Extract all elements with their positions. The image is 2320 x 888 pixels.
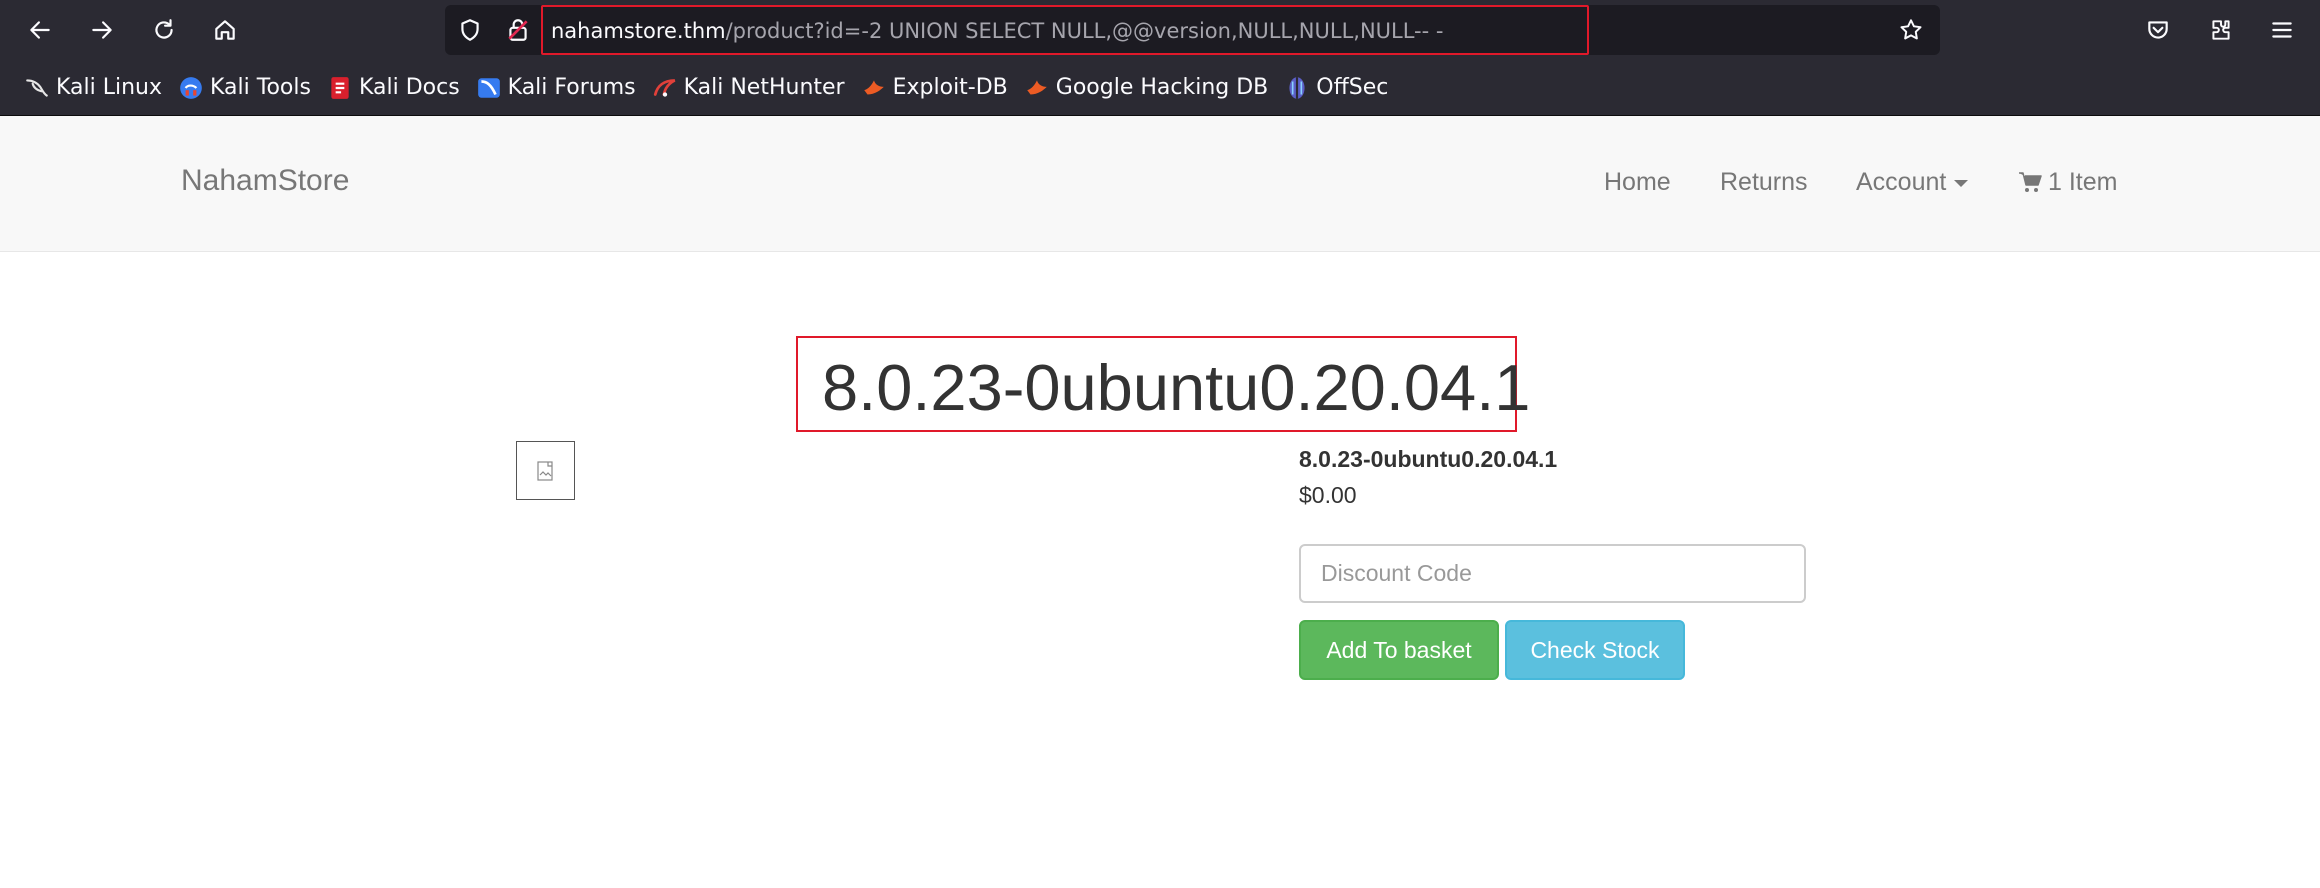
nav-cart[interactable]: 1 Item [2018, 168, 2117, 197]
bookmark-star-icon[interactable] [1898, 17, 1924, 43]
menu-icon[interactable] [2264, 12, 2300, 48]
nav-home[interactable]: Home [1604, 168, 1671, 197]
url-host: nahamstore.thm [551, 19, 726, 43]
kali-tools-icon [178, 75, 204, 101]
kali-dragon-icon [24, 75, 50, 101]
check-stock-button[interactable]: Check Stock [1505, 620, 1685, 680]
discount-code-input[interactable] [1299, 544, 1806, 603]
cart-count: 1 Item [2048, 168, 2118, 196]
nav-account-label: Account [1856, 168, 1947, 196]
url-path: /product?id=-2 UNION SELECT NULL,@@versi… [725, 19, 1444, 43]
broken-image-icon [516, 441, 575, 500]
bookmark-kali-docs[interactable]: Kali Docs [321, 68, 466, 108]
bookmark-google-hacking-db[interactable]: Google Hacking DB [1018, 68, 1274, 108]
bookmark-kali-linux[interactable]: Kali Linux [18, 68, 168, 108]
url-text[interactable]: nahamstore.thm/product?id=-2 UNION SELEC… [551, 18, 1443, 44]
reload-icon[interactable] [146, 12, 182, 48]
nav-account[interactable]: Account [1856, 168, 1969, 197]
product-name: 8.0.23-0ubuntu0.20.04.1 [1299, 446, 1558, 472]
home-icon[interactable] [207, 12, 243, 48]
bookmark-exploit-db[interactable]: Exploit-DB [855, 68, 1014, 108]
extensions-icon[interactable] [2203, 12, 2239, 48]
ghdb-icon [1024, 75, 1050, 101]
back-icon[interactable] [22, 12, 58, 48]
site-brand[interactable]: NahamStore [181, 164, 349, 198]
shield-icon[interactable] [457, 17, 483, 43]
page-title: 8.0.23-0ubuntu0.20.04.1 [822, 351, 1531, 424]
bookmark-label: Kali Forums [507, 75, 636, 100]
bookmark-kali-forums[interactable]: Kali Forums [470, 68, 642, 108]
site-navbar: NahamStore Home Returns Account 1 Item [0, 116, 2320, 252]
insecure-lock-icon[interactable] [505, 17, 531, 43]
bookmark-label: Exploit-DB [892, 75, 1008, 100]
product-price: $0.00 [1299, 482, 1357, 508]
offsec-icon [1284, 75, 1310, 101]
add-to-basket-button[interactable]: Add To basket [1299, 620, 1499, 680]
cart-icon [2019, 172, 2042, 192]
bookmark-kali-tools[interactable]: Kali Tools [172, 68, 317, 108]
url-bar[interactable]: nahamstore.thm/product?id=-2 UNION SELEC… [445, 5, 1940, 55]
pocket-icon[interactable] [2140, 12, 2176, 48]
exploit-db-icon [861, 75, 887, 101]
kali-forums-icon [476, 75, 502, 101]
bookmark-label: Kali Docs [358, 75, 460, 100]
kali-nethunter-icon [652, 75, 678, 101]
bookmark-label: Kali Tools [210, 75, 311, 100]
caret-down-icon [1954, 179, 1969, 187]
nav-returns[interactable]: Returns [1720, 168, 1808, 197]
forward-icon[interactable] [84, 12, 120, 48]
browser-toolbar: nahamstore.thm/product?id=-2 UNION SELEC… [0, 0, 2320, 60]
kali-docs-icon [327, 75, 353, 101]
bookmarks-toolbar: Kali Linux Kali Tools Kali Docs Kali For… [0, 60, 2320, 116]
bookmark-label: Kali Linux [56, 75, 163, 100]
bookmark-offsec[interactable]: OffSec [1278, 68, 1394, 108]
bookmark-label: Google Hacking DB [1055, 75, 1269, 100]
bookmark-label: Kali NetHunter [683, 75, 845, 100]
bookmark-label: OffSec [1316, 75, 1389, 100]
bookmark-kali-nethunter[interactable]: Kali NetHunter [646, 68, 851, 108]
